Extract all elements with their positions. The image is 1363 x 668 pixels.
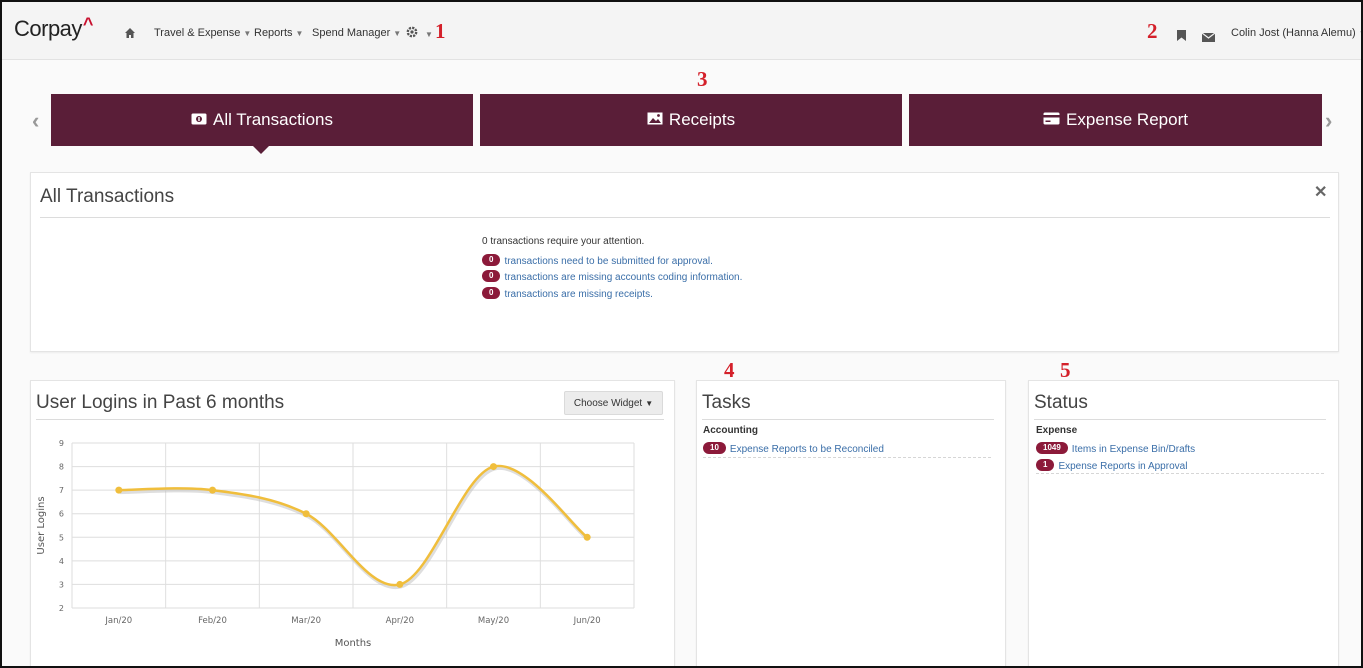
count-badge: 1049 [1036, 441, 1068, 454]
bookmark-icon[interactable] [1177, 28, 1186, 46]
tab-label: Expense Report [1066, 110, 1188, 129]
x-tick-label: Mar/20 [291, 616, 321, 626]
chevron-down-icon: ▼ [645, 398, 654, 408]
choose-widget-button[interactable]: Choose Widget ▼ [564, 391, 663, 415]
x-axis-label: Months [335, 638, 372, 649]
credit-card-icon [1043, 110, 1060, 130]
item-link[interactable]: transactions need to be submitted for ap… [504, 256, 712, 267]
user-menu[interactable]: Colin Jost (Hanna Alemu)▼ [1231, 27, 1361, 39]
item-link[interactable]: transactions are missing receipts. [504, 289, 652, 300]
attention-summary: 0 transactions require your attention. [482, 236, 645, 247]
y-tick-label: 4 [59, 557, 64, 566]
chevron-down-icon: ▼ [243, 29, 252, 38]
money-icon [191, 110, 207, 130]
tasks-panel [696, 380, 1006, 666]
y-tick-label: 7 [59, 486, 64, 495]
divider [1036, 473, 1324, 474]
divider [702, 419, 994, 420]
count-badge: 10 [703, 441, 726, 454]
logins-panel-title: User Logins in Past 6 months [36, 392, 285, 413]
user-name: Colin Jost (Hanna Alemu) [1231, 27, 1356, 39]
tab-label: Receipts [668, 110, 736, 129]
divider [1034, 419, 1326, 420]
x-tick-label: May/20 [478, 616, 509, 626]
transactions-panel-title: All Transactions [40, 186, 175, 207]
list-item[interactable]: 1049 Items in Expense Bin/Drafts [1036, 439, 1195, 457]
list-item[interactable]: 0 transactions are missing accounts codin… [482, 267, 742, 285]
list-item[interactable]: 1 Expense Reports in Approval [1036, 456, 1187, 474]
nav-spend-manager[interactable]: Spend Manager ▼ [312, 27, 401, 39]
x-tick-label: Jun/20 [573, 616, 601, 626]
x-tick-label: Feb/20 [198, 616, 227, 626]
count-badge: 1 [1036, 458, 1055, 471]
data-point [583, 533, 591, 541]
data-point [396, 580, 404, 588]
top-navbar: Corpay^ Travel & Expense ▼ Reports ▼ Spend… [2, 2, 1361, 60]
list-item[interactable]: 0 transactions are missing receipts. [482, 284, 653, 302]
y-tick-label: 5 [59, 533, 64, 542]
nav-travel-expense[interactable]: Travel & Expense ▼ [154, 27, 251, 39]
list-item[interactable]: 10 Expense Reports to be Reconciled [703, 439, 884, 457]
tab-label: All Transactions [213, 110, 333, 129]
y-tick-label: 6 [59, 510, 64, 519]
status-panel-title: Status [1034, 392, 1088, 413]
tasks-panel-title: Tasks [702, 392, 751, 413]
nav-reports-label: Reports [254, 27, 293, 39]
status-group-heading: Expense [1036, 425, 1078, 436]
logo-text: Corpay [14, 16, 82, 41]
data-point [115, 486, 123, 494]
series-line-shadow [119, 466, 590, 589]
tab-receipts[interactable]: Receipts [480, 94, 902, 146]
tab-expense-report[interactable]: Expense Report [909, 94, 1322, 146]
tab-all-transactions[interactable]: All Transactions [51, 94, 473, 146]
app-window: Corpay^ Travel & Expense ▼ Reports ▼ Spend… [0, 0, 1363, 668]
mail-icon[interactable] [1201, 29, 1216, 47]
carousel-next-arrow[interactable]: › [1325, 108, 1332, 134]
y-tick-label: 2 [59, 604, 64, 613]
choose-widget-label: Choose Widget [573, 397, 643, 409]
divider [703, 457, 991, 458]
annotation-1: 1 [435, 19, 446, 43]
data-point [302, 510, 310, 518]
close-icon[interactable]: ✕ [1314, 182, 1327, 202]
item-link[interactable]: transactions are missing accounts coding… [504, 272, 742, 283]
home-icon[interactable] [124, 26, 136, 44]
tasks-group-heading: Accounting [703, 425, 758, 436]
count-badge: 0 [482, 253, 501, 266]
corpay-logo[interactable]: Corpay^ [14, 14, 94, 42]
y-tick-label: 8 [59, 463, 64, 472]
nav-reports[interactable]: Reports ▼ [254, 27, 303, 39]
annotation-2: 2 [1147, 19, 1158, 43]
divider [40, 217, 1330, 218]
chevron-down-icon: ▼ [295, 29, 304, 38]
x-tick-label: Apr/20 [386, 616, 414, 626]
annotation-3: 3 [697, 67, 708, 91]
chevron-down-icon: ▼ [393, 29, 402, 38]
count-badge: 0 [482, 286, 501, 299]
count-badge: 0 [482, 269, 501, 282]
logins-chart: 2 3 4 5 6 7 8 9 Jan/20 Feb/20 Mar/20 Apr/20 May/20 J… [36, 439, 635, 649]
image-icon [647, 110, 663, 130]
y-axis-label: User Logins [36, 496, 47, 554]
gear-icon[interactable] [405, 25, 419, 44]
data-point [209, 486, 216, 494]
nav-travel-expense-label: Travel & Expense [154, 27, 241, 39]
item-link[interactable]: Expense Reports to be Reconciled [730, 444, 884, 455]
item-link[interactable]: Expense Reports in Approval [1058, 461, 1187, 472]
gear-chevron-down-icon[interactable]: ▼ [422, 28, 433, 40]
active-tab-pointer [252, 145, 270, 154]
item-link[interactable]: Items in Expense Bin/Drafts [1072, 444, 1195, 455]
y-tick-label: 9 [59, 439, 64, 448]
status-panel [1028, 380, 1339, 666]
divider [36, 419, 664, 420]
x-tick-label: Jan/20 [104, 616, 132, 626]
y-tick-label: 3 [59, 580, 64, 589]
chevron-down-icon: ▼ [1359, 29, 1361, 38]
data-point [490, 463, 497, 471]
logo-caret-icon: ^ [82, 14, 94, 34]
carousel-prev-arrow[interactable]: ‹ [32, 108, 39, 134]
nav-spend-manager-label: Spend Manager [312, 27, 391, 39]
